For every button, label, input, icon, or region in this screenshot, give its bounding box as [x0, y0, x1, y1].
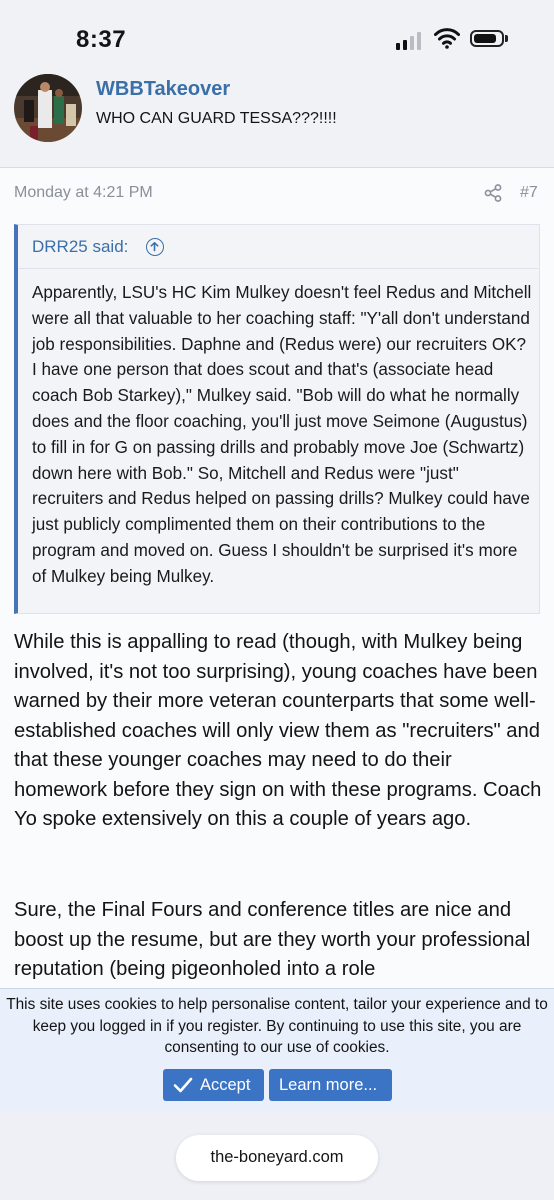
user-title: WHO CAN GUARD TESSA???!!!! — [96, 110, 337, 127]
quote-author-link[interactable]: DRR25 said: — [32, 237, 128, 257]
accept-label: Accept — [200, 1076, 251, 1094]
post-date[interactable]: Monday at 4:21 PM — [14, 184, 153, 202]
battery-tip — [505, 35, 508, 42]
address-bar-url[interactable]: the-boneyard.com — [176, 1148, 378, 1167]
post-username[interactable]: WBBTakeover — [96, 78, 230, 101]
status-time: 8:37 — [76, 26, 127, 53]
cookie-notice-text: This site uses cookies to help personali… — [6, 996, 548, 1056]
avatar[interactable] — [14, 74, 82, 142]
wifi-icon — [434, 28, 460, 49]
arrow-up-circle-icon[interactable] — [146, 238, 164, 256]
checkmark-icon — [173, 1077, 193, 1093]
learn-more-label: Learn more... — [279, 1076, 378, 1094]
learn-more-button[interactable]: Learn more... — [269, 1069, 392, 1101]
accept-button[interactable]: Accept — [163, 1069, 264, 1101]
quote-text: Apparently, LSU's HC Kim Mulkey doesn't … — [32, 283, 532, 586]
avatar-image — [14, 74, 82, 142]
post-paragraph: Sure, the Final Fours and conference tit… — [14, 899, 531, 980]
quote-divider — [18, 268, 538, 269]
share-icon[interactable] — [484, 184, 502, 202]
post-number-link[interactable]: #7 — [520, 184, 538, 202]
post-paragraph: While this is appalling to read (though,… — [14, 631, 542, 830]
battery-icon — [470, 30, 504, 47]
cellular-signal-icon — [396, 30, 424, 50]
